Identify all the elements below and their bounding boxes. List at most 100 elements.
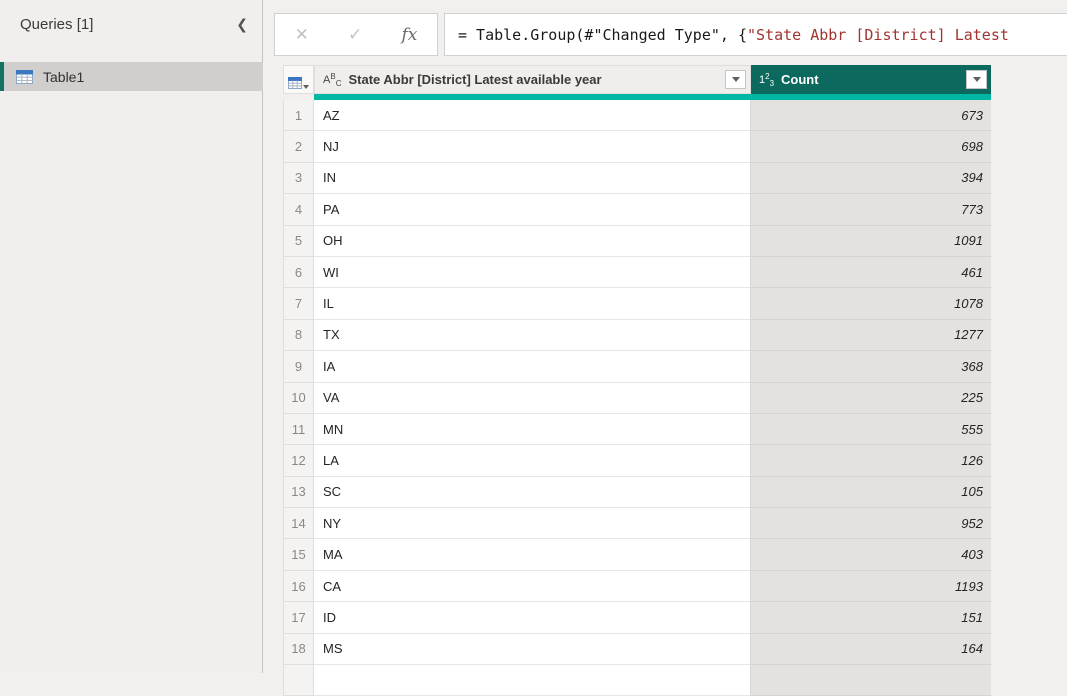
cell-count[interactable]: 151	[751, 602, 991, 633]
cell-count[interactable]: 1277	[751, 320, 991, 351]
cell-count[interactable]: 1193	[751, 571, 991, 602]
cell-state-abbr[interactable]: LA	[314, 445, 751, 476]
fx-icon[interactable]: fx	[402, 25, 418, 45]
cell-count[interactable]: 461	[751, 257, 991, 288]
row-number[interactable]: 8	[283, 320, 314, 351]
row-number[interactable]: 18	[283, 634, 314, 665]
row-number[interactable]: 11	[283, 414, 314, 445]
cell-state-abbr[interactable]: MA	[314, 539, 751, 570]
table-row: 16CA1193	[283, 571, 991, 602]
query-item-label: Table1	[43, 69, 84, 85]
table-row: 12LA126	[283, 445, 991, 476]
cell-state-abbr[interactable]: IL	[314, 288, 751, 319]
cell-count[interactable]: 698	[751, 131, 991, 162]
row-number	[283, 665, 314, 696]
table-row: 11MN555	[283, 414, 991, 445]
cell-state-abbr[interactable]: NJ	[314, 131, 751, 162]
row-number[interactable]: 16	[283, 571, 314, 602]
formula-input[interactable]: = Table.Group(#"Changed Type", {"State A…	[444, 13, 1067, 56]
cancel-icon[interactable]: ✕	[295, 25, 309, 45]
cell-state-abbr[interactable]: VA	[314, 383, 751, 414]
table-row: 2NJ698	[283, 131, 991, 162]
table-row: 1AZ673	[283, 100, 991, 131]
column-header-state-abbr[interactable]: ABC State Abbr [District] Latest availab…	[314, 65, 751, 94]
cell-count[interactable]: 225	[751, 383, 991, 414]
filter-dropdown-icon	[732, 77, 740, 82]
cell-count[interactable]: 105	[751, 477, 991, 508]
cell-state-abbr[interactable]: ID	[314, 602, 751, 633]
queries-pane-title: Queries [1]	[20, 16, 93, 33]
cell-count[interactable]: 673	[751, 100, 991, 131]
row-number[interactable]: 6	[283, 257, 314, 288]
cell-state-abbr[interactable]: IN	[314, 163, 751, 194]
column-header-count[interactable]: 123 Count	[751, 65, 991, 94]
row-number[interactable]: 3	[283, 163, 314, 194]
table-row: 10VA225	[283, 383, 991, 414]
cell-count[interactable]: 555	[751, 414, 991, 445]
table-row: 15MA403	[283, 539, 991, 570]
row-number[interactable]: 1	[283, 100, 314, 131]
cell-state-abbr[interactable]: OH	[314, 226, 751, 257]
cell-state-abbr[interactable]: SC	[314, 477, 751, 508]
cell-state-abbr[interactable]: PA	[314, 194, 751, 225]
cell-count[interactable]: 773	[751, 194, 991, 225]
formula-text-plain: = Table.Group(#"Changed Type", {	[458, 26, 747, 44]
cell-state-abbr[interactable]: CA	[314, 571, 751, 602]
table-row: 14NY952	[283, 508, 991, 539]
row-number[interactable]: 12	[283, 445, 314, 476]
row-number[interactable]: 15	[283, 539, 314, 570]
text-type-icon: ABC	[323, 72, 341, 88]
row-number[interactable]: 10	[283, 383, 314, 414]
sidebar-item-table1[interactable]: Table1	[0, 62, 263, 91]
table-row: 13SC105	[283, 477, 991, 508]
cell-count[interactable]: 368	[751, 351, 991, 382]
table-icon	[16, 70, 33, 84]
row-number[interactable]: 17	[283, 602, 314, 633]
cell-state-abbr[interactable]: TX	[314, 320, 751, 351]
row-number[interactable]: 13	[283, 477, 314, 508]
row-number[interactable]: 2	[283, 131, 314, 162]
table-row: 17ID151	[283, 602, 991, 633]
formula-text-string: "State Abbr [District] Latest	[747, 26, 1009, 44]
cell-count	[751, 665, 991, 696]
table-row: 3IN394	[283, 163, 991, 194]
select-all-dropdown-icon	[303, 85, 309, 89]
table-row: 4PA773	[283, 194, 991, 225]
row-number[interactable]: 14	[283, 508, 314, 539]
table-row: 9IA368	[283, 351, 991, 382]
table-rows: 1AZ6732NJ6983IN3944PA7735OH10916WI4617IL…	[283, 100, 991, 696]
row-number[interactable]: 4	[283, 194, 314, 225]
cell-count[interactable]: 126	[751, 445, 991, 476]
cell-state-abbr	[314, 665, 751, 696]
table-row-partial	[283, 665, 991, 696]
formula-bar-actions: ✕ ✓ fx	[274, 13, 438, 56]
cell-count[interactable]: 403	[751, 539, 991, 570]
cell-state-abbr[interactable]: WI	[314, 257, 751, 288]
power-query-editor: Queries [1] ❮ Table1 ✕ ✓ fx	[0, 0, 1067, 673]
cell-count[interactable]: 394	[751, 163, 991, 194]
queries-pane-header: Queries [1] ❮	[0, 0, 262, 33]
commit-icon[interactable]: ✓	[348, 25, 362, 45]
filter-button-state-abbr[interactable]	[725, 70, 746, 89]
row-number[interactable]: 9	[283, 351, 314, 382]
cell-state-abbr[interactable]: MS	[314, 634, 751, 665]
editor-main: ✕ ✓ fx = Table.Group(#"Changed Type", {"…	[264, 0, 1067, 673]
cell-state-abbr[interactable]: NY	[314, 508, 751, 539]
collapse-pane-icon[interactable]: ❮	[236, 16, 248, 33]
row-number[interactable]: 7	[283, 288, 314, 319]
row-number[interactable]: 5	[283, 226, 314, 257]
filter-button-count[interactable]	[966, 70, 987, 89]
cell-count[interactable]: 952	[751, 508, 991, 539]
table-row: 5OH1091	[283, 226, 991, 257]
number-type-icon: 123	[759, 72, 774, 88]
cell-state-abbr[interactable]: IA	[314, 351, 751, 382]
cell-count[interactable]: 164	[751, 634, 991, 665]
column-label: State Abbr [District] Latest available y…	[348, 72, 725, 87]
cell-state-abbr[interactable]: MN	[314, 414, 751, 445]
cell-count[interactable]: 1078	[751, 288, 991, 319]
select-all-table-icon	[288, 77, 302, 89]
cell-state-abbr[interactable]: AZ	[314, 100, 751, 131]
table-row: 18MS164	[283, 634, 991, 665]
select-all-cell[interactable]	[283, 65, 314, 94]
cell-count[interactable]: 1091	[751, 226, 991, 257]
